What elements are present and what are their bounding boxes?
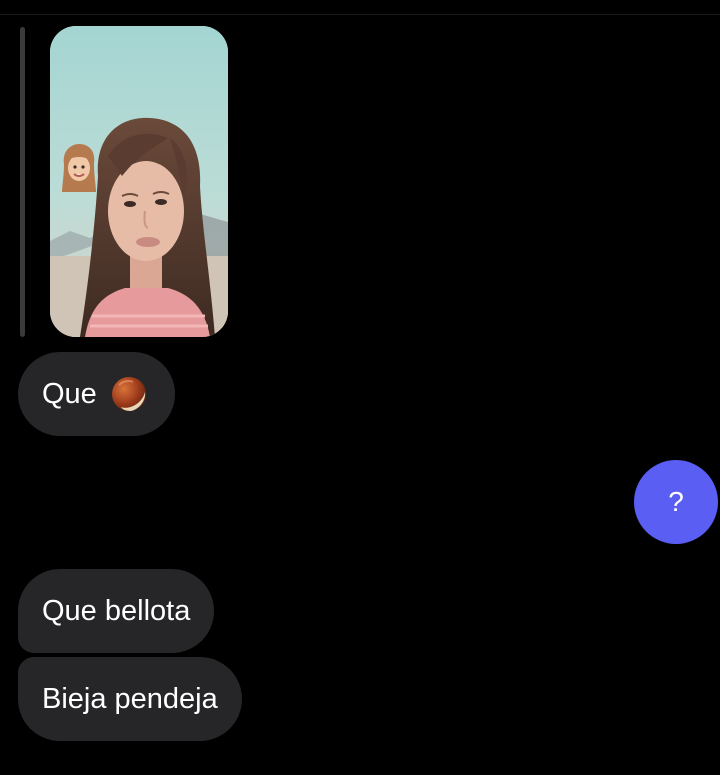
acorn-emoji-icon (111, 377, 146, 411)
message-bubble-incoming[interactable]: Que bellota (18, 569, 215, 653)
message-bubble-incoming[interactable]: Que (18, 352, 175, 436)
story-reply-indicator-bar (20, 27, 25, 337)
story-reply-image[interactable] (50, 26, 228, 337)
top-divider (0, 14, 720, 15)
message-text: Bieja pendeja (42, 682, 218, 715)
message-text: Que (42, 377, 97, 410)
memoji-girl-icon (62, 144, 96, 192)
message-bubble-incoming[interactable]: Bieja pendeja (18, 657, 242, 741)
message-text: Que bellota (42, 594, 191, 627)
message-text: ? (668, 486, 684, 517)
message-bubble-outgoing[interactable]: ? (634, 460, 718, 544)
